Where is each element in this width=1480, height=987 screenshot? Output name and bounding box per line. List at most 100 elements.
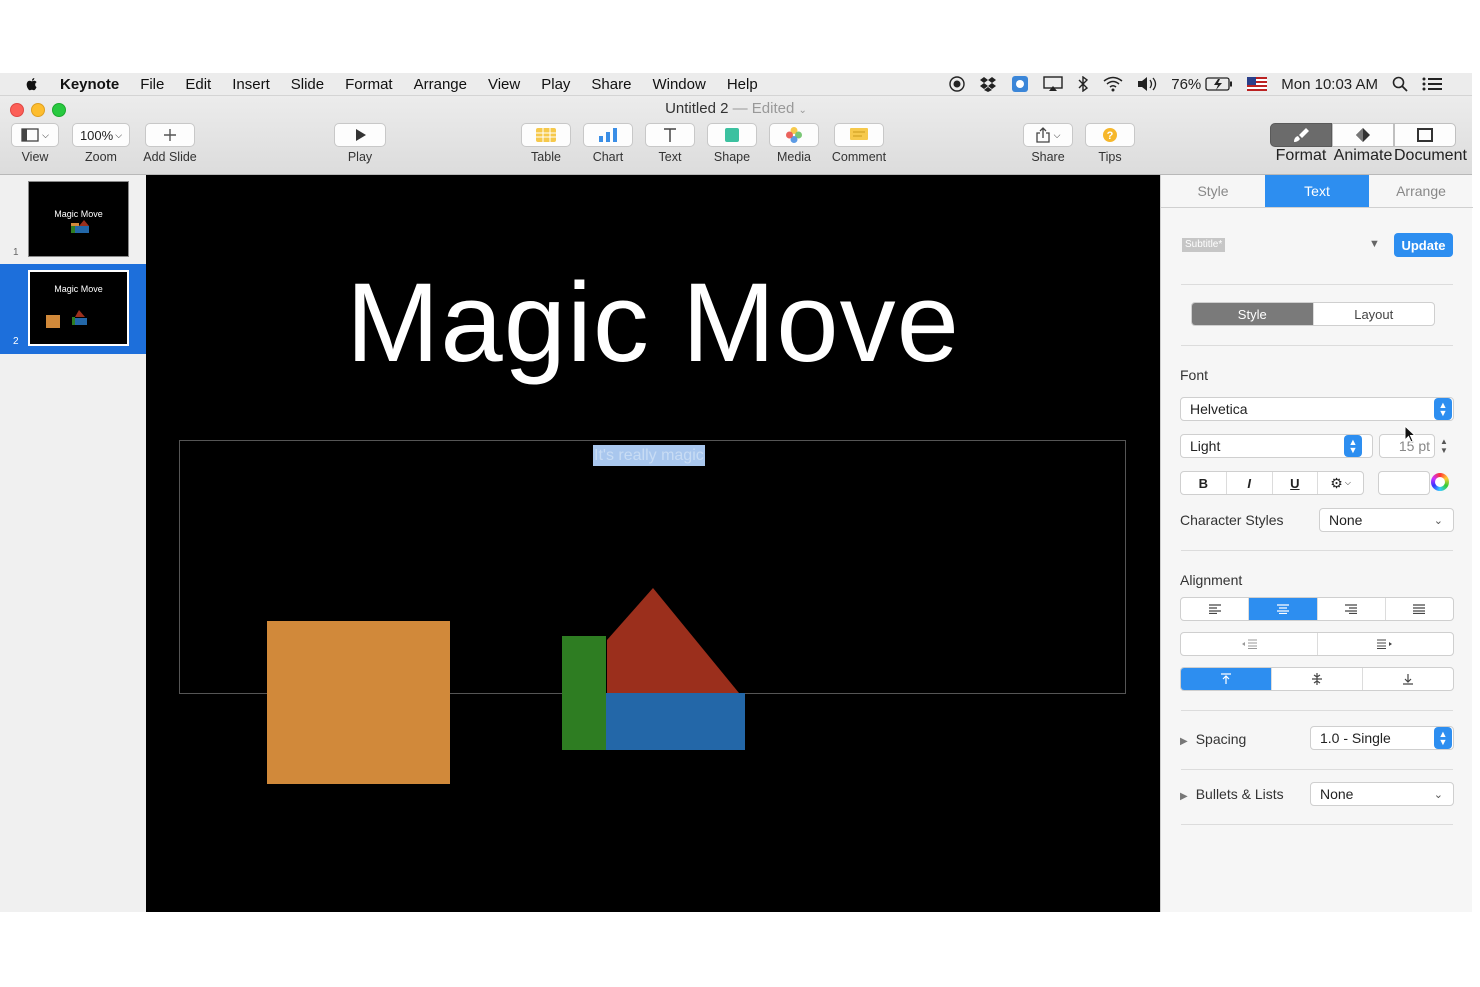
align-middle-button[interactable] bbox=[1272, 668, 1363, 690]
underline-button[interactable]: U bbox=[1273, 472, 1319, 494]
notification-center-icon[interactable] bbox=[1422, 77, 1442, 91]
update-button[interactable]: Update bbox=[1394, 233, 1453, 257]
chart-button[interactable] bbox=[583, 123, 633, 147]
subtitle-selected-text[interactable]: It's really magic bbox=[593, 445, 705, 466]
edited-status[interactable]: Edited bbox=[752, 100, 795, 117]
slide-canvas[interactable]: Magic Move It's really magic bbox=[146, 175, 1160, 912]
tab-arrange[interactable]: Arrange bbox=[1369, 175, 1473, 207]
red-triangle-shape[interactable] bbox=[607, 588, 739, 693]
share-button[interactable]: ⌵ bbox=[1023, 123, 1073, 147]
font-family-stepper-icon[interactable]: ▲ ▼ bbox=[1434, 398, 1452, 420]
comment-button[interactable] bbox=[834, 123, 884, 147]
slide-thumbnail-1[interactable]: Magic Move 1 bbox=[0, 175, 146, 265]
menu-insert[interactable]: Insert bbox=[232, 76, 270, 93]
text-color-well[interactable] bbox=[1378, 471, 1430, 495]
bold-button[interactable]: B bbox=[1181, 472, 1227, 494]
svg-text:?: ? bbox=[1107, 130, 1114, 142]
slide-thumbnail-2[interactable]: Magic Move 2 bbox=[0, 264, 146, 354]
align-top-button[interactable] bbox=[1181, 668, 1272, 690]
menu-share[interactable]: Share bbox=[591, 76, 631, 93]
inspector-toggle: Format Animate Document bbox=[1270, 123, 1467, 165]
media-button[interactable] bbox=[769, 123, 819, 147]
font-family-select[interactable]: Helvetica bbox=[1180, 397, 1454, 421]
color-wheel-icon[interactable] bbox=[1431, 473, 1449, 491]
chevron-down-icon[interactable]: ⌄ bbox=[799, 105, 807, 116]
table-button[interactable] bbox=[521, 123, 571, 147]
bullets-lists-disclosure[interactable]: ▶ Bullets & Lists bbox=[1180, 786, 1284, 802]
italic-button[interactable]: I bbox=[1227, 472, 1273, 494]
flag-icon[interactable] bbox=[1247, 77, 1268, 91]
paragraph-style-disclosure-icon[interactable]: ▼ bbox=[1369, 238, 1380, 250]
tab-text[interactable]: Text bbox=[1265, 175, 1369, 207]
subtab-layout-label: Layout bbox=[1354, 306, 1394, 322]
menu-format[interactable]: Format bbox=[345, 76, 393, 93]
menu-help[interactable]: Help bbox=[727, 76, 758, 93]
animate-button[interactable] bbox=[1332, 123, 1394, 147]
clock[interactable]: Mon 10:03 AM bbox=[1281, 76, 1378, 93]
blue-rectangle-shape[interactable] bbox=[606, 693, 745, 750]
spacing-disclosure[interactable]: ▶ Spacing bbox=[1180, 731, 1246, 747]
shape-icon bbox=[725, 128, 739, 142]
align-right-button[interactable] bbox=[1318, 598, 1386, 620]
tab-style[interactable]: Style bbox=[1161, 175, 1265, 207]
animate-tool: Animate bbox=[1332, 123, 1394, 165]
decrease-indent-button[interactable] bbox=[1181, 633, 1318, 655]
shape-button[interactable] bbox=[707, 123, 757, 147]
tips-tool: ? Tips bbox=[1085, 123, 1135, 164]
apple-icon[interactable] bbox=[24, 76, 40, 92]
character-styles-select[interactable]: None ⌄ bbox=[1319, 508, 1454, 532]
align-justify-button[interactable] bbox=[1386, 598, 1453, 620]
text-button[interactable] bbox=[645, 123, 695, 147]
app-status-icon[interactable] bbox=[1011, 75, 1029, 93]
dropbox-icon[interactable] bbox=[979, 76, 997, 92]
spacing-stepper-icon[interactable]: ▲ ▼ bbox=[1434, 727, 1452, 749]
format-button[interactable] bbox=[1270, 123, 1332, 147]
slide-thumbnail-image: Magic Move bbox=[28, 181, 129, 257]
text-options-button[interactable]: ⚙ ⌵ bbox=[1318, 472, 1363, 494]
increase-indent-button[interactable] bbox=[1318, 633, 1454, 655]
orange-square-shape[interactable] bbox=[267, 621, 450, 784]
add-slide-button[interactable] bbox=[145, 123, 195, 147]
view-button[interactable]: ⌵ bbox=[11, 123, 59, 147]
spacing-select[interactable]: 1.0 - Single bbox=[1310, 726, 1454, 750]
align-center-button[interactable] bbox=[1249, 598, 1318, 620]
font-weight-stepper-icon[interactable]: ▲ ▼ bbox=[1344, 435, 1362, 457]
zoom-select[interactable]: 100% ⌵ bbox=[72, 123, 130, 147]
shape-label: Shape bbox=[713, 150, 751, 164]
menu-keynote[interactable]: Keynote bbox=[60, 76, 119, 93]
green-rectangle-shape[interactable] bbox=[562, 636, 606, 750]
paragraph-style-chip[interactable]: Subtitle* bbox=[1182, 238, 1226, 252]
menu-arrange[interactable]: Arrange bbox=[414, 76, 467, 93]
menu-slide[interactable]: Slide bbox=[291, 76, 324, 93]
menu-play[interactable]: Play bbox=[541, 76, 570, 93]
subtab-layout[interactable]: Layout bbox=[1314, 303, 1435, 325]
divider bbox=[1181, 710, 1453, 711]
add-slide-tool: Add Slide bbox=[140, 123, 200, 164]
menu-edit[interactable]: Edit bbox=[185, 76, 211, 93]
font-size-stepper-icon[interactable]: ▲ ▼ bbox=[1440, 437, 1448, 455]
align-middle-icon bbox=[1312, 673, 1322, 685]
document-name[interactable]: Untitled 2 bbox=[665, 100, 728, 117]
align-bottom-button[interactable] bbox=[1363, 668, 1453, 690]
menu-window[interactable]: Window bbox=[652, 76, 705, 93]
tips-button[interactable]: ? bbox=[1085, 123, 1135, 147]
media-label: Media bbox=[776, 150, 812, 164]
wifi-icon[interactable] bbox=[1103, 76, 1123, 92]
bold-label: B bbox=[1198, 475, 1209, 491]
play-button[interactable] bbox=[334, 123, 386, 147]
battery-percent[interactable]: 76% bbox=[1171, 76, 1201, 93]
question-icon: ? bbox=[1103, 128, 1117, 142]
menu-view[interactable]: View bbox=[488, 76, 520, 93]
bluetooth-icon[interactable] bbox=[1077, 76, 1089, 92]
menu-file[interactable]: File bbox=[140, 76, 164, 93]
spotlight-icon[interactable] bbox=[1392, 76, 1408, 92]
volume-icon[interactable] bbox=[1137, 76, 1157, 92]
subtab-style[interactable]: Style bbox=[1192, 303, 1314, 325]
align-left-button[interactable] bbox=[1181, 598, 1250, 620]
airplay-icon[interactable] bbox=[1043, 76, 1063, 92]
battery-icon[interactable] bbox=[1205, 77, 1233, 91]
record-icon[interactable] bbox=[949, 76, 965, 92]
bullets-lists-select[interactable]: None ⌄ bbox=[1310, 782, 1454, 806]
font-section-label: Font bbox=[1180, 367, 1209, 383]
document-button[interactable] bbox=[1394, 123, 1456, 147]
